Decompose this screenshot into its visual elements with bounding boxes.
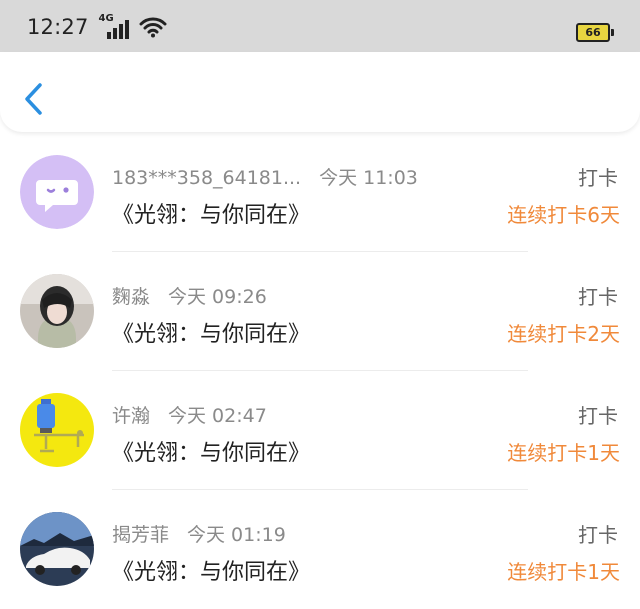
action-label: 打卡 <box>578 404 618 428</box>
action-label: 打卡 <box>578 285 618 309</box>
checkin-row[interactable]: 183***358_64181... 今天 11:03 《光翎：与你同在》 打卡 … <box>0 133 640 252</box>
action-label: 打卡 <box>578 166 618 190</box>
checkin-time: 今天 11:03 <box>319 167 418 189</box>
water-bottle-avatar-icon <box>20 393 94 467</box>
checkin-row[interactable]: 揭芳菲 今天 01:19 《光翎：与你同在》 打卡 连续打卡1天 <box>0 490 640 609</box>
checkin-list: 183***358_64181... 今天 11:03 《光翎：与你同在》 打卡 … <box>0 133 640 609</box>
network-type-label: 4G <box>98 12 114 24</box>
top-navigation-bar <box>0 52 640 132</box>
streak-label: 连续打卡6天 <box>507 203 620 227</box>
user-name-text: 许瀚 <box>112 405 151 427</box>
streak-label: 连续打卡1天 <box>507 441 620 465</box>
avatar[interactable] <box>20 512 94 586</box>
streak-label: 连续打卡1天 <box>507 560 620 584</box>
default-avatar-icon <box>20 155 94 229</box>
back-arrow-icon[interactable] <box>22 82 46 116</box>
status-time: 12:27 <box>27 14 89 39</box>
user-name-text: 揭芳菲 <box>112 524 170 546</box>
user-name: 许瀚 今天 02:47 <box>112 401 267 428</box>
user-name: 揭芳菲 今天 01:19 <box>112 520 286 547</box>
user-name-text: 麴淼 <box>112 286 151 308</box>
avatar[interactable] <box>20 155 94 229</box>
user-name: 183***358_64181... 今天 11:03 <box>112 163 418 190</box>
book-title[interactable]: 《光翎：与你同在》 <box>112 316 310 348</box>
action-label: 打卡 <box>578 523 618 547</box>
book-title[interactable]: 《光翎：与你同在》 <box>112 197 310 229</box>
wifi-icon <box>139 17 167 37</box>
book-title[interactable]: 《光翎：与你同在》 <box>112 435 310 467</box>
checkin-time: 今天 01:19 <box>187 524 286 546</box>
battery-icon: 66 <box>576 23 614 42</box>
user-name: 麴淼 今天 09:26 <box>112 282 267 309</box>
avatar[interactable] <box>20 274 94 348</box>
checkin-time: 今天 02:47 <box>168 405 267 427</box>
user-name-text: 183***358_64181... <box>112 167 302 189</box>
status-bar: 12:27 4G 66 <box>0 0 640 53</box>
car-photo-avatar-icon <box>20 512 94 586</box>
checkin-row[interactable]: 许瀚 今天 02:47 《光翎：与你同在》 打卡 连续打卡1天 <box>0 371 640 490</box>
user-photo-avatar-icon <box>20 274 94 348</box>
checkin-row[interactable]: 麴淼 今天 09:26 《光翎：与你同在》 打卡 连续打卡2天 <box>0 252 640 371</box>
book-title[interactable]: 《光翎：与你同在》 <box>112 554 310 586</box>
streak-label: 连续打卡2天 <box>507 322 620 346</box>
checkin-time: 今天 09:26 <box>168 286 267 308</box>
avatar[interactable] <box>20 393 94 467</box>
cellular-signal-icon: 4G <box>98 12 129 39</box>
